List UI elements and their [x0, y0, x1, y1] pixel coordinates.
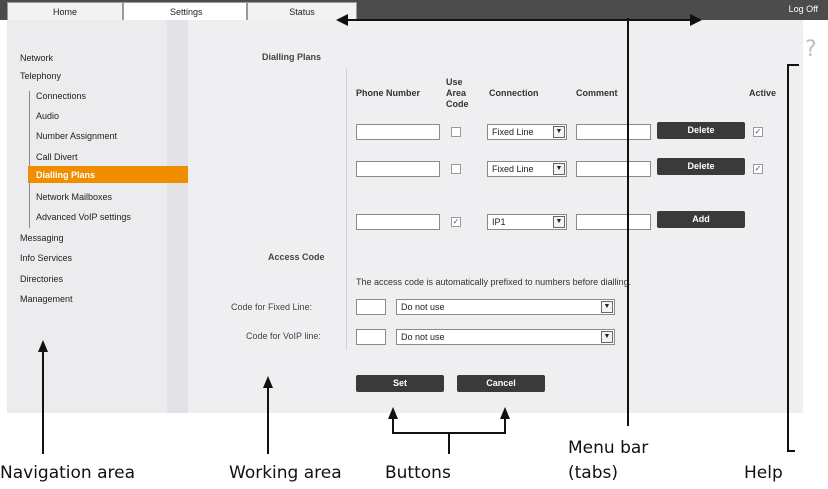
connection-value: Fixed Line: [492, 164, 534, 174]
label-menu-bar-tabs: (tabs): [568, 463, 618, 483]
nav-item-telephony[interactable]: Telephony: [20, 71, 61, 81]
nav-item-call-divert[interactable]: Call Divert: [36, 152, 78, 162]
col-header-code: Code: [446, 99, 469, 109]
col-header-comment: Comment: [576, 88, 618, 98]
delete-button[interactable]: Delete: [657, 122, 745, 139]
tab-settings-label: Settings: [170, 7, 203, 17]
help-leader-foot: [787, 450, 795, 452]
section-title-dialling-plans: Dialling Plans: [262, 52, 322, 62]
col-header-connection: Connection: [489, 88, 539, 98]
cancel-button[interactable]: Cancel: [457, 375, 545, 392]
active-checkbox[interactable]: ✓: [753, 164, 763, 174]
nav-item-audio[interactable]: Audio: [36, 111, 59, 121]
set-button[interactable]: Set: [356, 375, 444, 392]
col-header-phone: Phone Number: [356, 88, 421, 98]
dropdown-arrow-icon: ▼: [553, 163, 565, 175]
working-divider: [346, 68, 347, 350]
buttons-bracket-stem: [448, 432, 450, 454]
code-voip-line-select[interactable]: Do not use ▼: [396, 329, 615, 345]
connection-select[interactable]: IP1 ▼: [487, 214, 567, 230]
nav-item-directories[interactable]: Directories: [20, 274, 63, 284]
label-navigation-area: Navigation area: [0, 463, 136, 483]
code-fixed-line-value: Do not use: [401, 302, 445, 312]
comment-input[interactable]: [576, 214, 651, 230]
label-working-area: Working area: [229, 463, 342, 483]
arrow-left-icon: [336, 14, 348, 26]
nav-item-number-assignment[interactable]: Number Assignment: [36, 131, 117, 141]
menu-bar-leader-line: [627, 18, 629, 426]
label-menu-bar: Menu bar: [568, 438, 649, 458]
help-leader-hook: [787, 64, 799, 66]
comment-input[interactable]: [576, 161, 651, 177]
tab-home[interactable]: Home: [7, 2, 123, 20]
nav-item-management[interactable]: Management: [20, 294, 73, 304]
code-fixed-line-input[interactable]: [356, 299, 386, 315]
nav-item-network-mailboxes[interactable]: Network Mailboxes: [36, 192, 112, 202]
connection-select[interactable]: Fixed Line ▼: [487, 161, 567, 177]
code-fixed-line-label: Code for Fixed Line:: [231, 302, 313, 312]
phone-number-input[interactable]: [356, 214, 440, 230]
active-checkbox[interactable]: ✓: [753, 127, 763, 137]
nav-annotation-line: [42, 351, 44, 454]
connection-value: Fixed Line: [492, 127, 534, 137]
use-area-code-checkbox[interactable]: ✓: [451, 217, 461, 227]
phone-number-input[interactable]: [356, 124, 440, 140]
nav-tree-line: [29, 91, 30, 228]
nav-item-info-services[interactable]: Info Services: [20, 253, 72, 263]
dropdown-arrow-icon: ▼: [601, 331, 613, 343]
label-help: Help: [744, 463, 783, 483]
col-header-active: Active: [749, 88, 777, 98]
col-header-area: Area: [446, 88, 467, 98]
nav-item-connections[interactable]: Connections: [36, 91, 86, 101]
add-button[interactable]: Add: [657, 211, 745, 228]
dropdown-arrow-icon: ▼: [601, 301, 613, 313]
nav-item-network[interactable]: Network: [20, 53, 53, 63]
logoff-link[interactable]: Log Off: [789, 4, 818, 14]
access-code-description: The access code is automatically prefixe…: [356, 277, 632, 287]
code-voip-line-input[interactable]: [356, 329, 386, 345]
code-voip-line-value: Do not use: [401, 332, 445, 342]
use-area-code-checkbox[interactable]: [451, 164, 461, 174]
nav-item-dialling-plans[interactable]: Dialling Plans: [36, 170, 95, 180]
connection-value: IP1: [492, 217, 506, 227]
arrow-right-icon: [690, 14, 702, 26]
help-icon[interactable]: ?: [805, 37, 817, 62]
label-buttons: Buttons: [385, 463, 451, 483]
help-leader-line: [787, 64, 789, 452]
tab-settings[interactable]: Settings: [123, 2, 247, 20]
connection-select[interactable]: Fixed Line ▼: [487, 124, 567, 140]
work-annotation-line: [267, 387, 269, 454]
code-fixed-line-select[interactable]: Do not use ▼: [396, 299, 615, 315]
comment-input[interactable]: [576, 124, 651, 140]
dropdown-arrow-icon: ▼: [553, 126, 565, 138]
dropdown-arrow-icon: ▼: [553, 216, 565, 228]
menu-bar-annotation-line: [347, 19, 690, 21]
navigation-panel-divider: [167, 20, 188, 413]
help-panel: [803, 20, 828, 413]
nav-item-advanced-voip[interactable]: Advanced VoIP settings: [36, 212, 131, 222]
code-voip-line-label: Code for VoIP line:: [246, 331, 321, 341]
use-area-code-checkbox[interactable]: [451, 127, 461, 137]
col-header-use: Use: [446, 77, 463, 87]
phone-number-input[interactable]: [356, 161, 440, 177]
section-title-access-code: Access Code: [268, 252, 325, 262]
nav-item-messaging[interactable]: Messaging: [20, 233, 64, 243]
delete-button[interactable]: Delete: [657, 158, 745, 175]
